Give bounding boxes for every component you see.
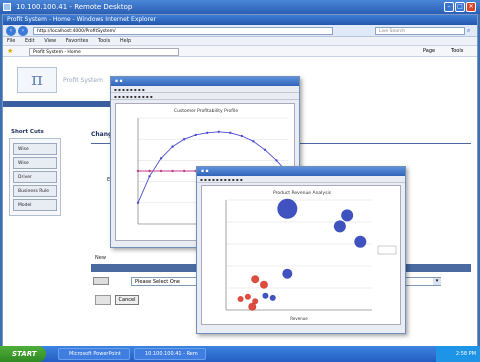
shortcut-wise[interactable]: Wise [13, 157, 57, 169]
favorite-tab[interactable]: Profit System - Home [29, 48, 179, 56]
remote-desktop-titlebar: 10.100.100.41 - Remote Desktop [0, 0, 480, 14]
maximize-button[interactable]: □ [455, 2, 465, 12]
data-point [206, 131, 209, 135]
bubble [262, 292, 269, 299]
app-navbar [3, 101, 123, 107]
shortcut-business-rule[interactable]: Business Rule [13, 185, 57, 197]
save-button[interactable] [95, 295, 111, 305]
data-point [159, 169, 163, 173]
bubble [269, 294, 276, 301]
menu-help[interactable]: Help [120, 38, 131, 44]
data-point [136, 201, 140, 204]
search-icon[interactable]: ⌕ [467, 27, 470, 35]
new-label: New [95, 255, 106, 261]
chart-window-2: ▪ ▪ ▪ ▪ ▪ ▪ ▪ ▪ ▪ ▪ ▪ ▪ ▪ Product Revenu… [196, 166, 406, 334]
legend [377, 245, 397, 255]
chart-window-1-titlebar: ▪ ▪ [111, 77, 299, 86]
remote-desktop-icon [3, 3, 11, 11]
bubble [244, 293, 251, 300]
page-menu[interactable]: Page [423, 48, 435, 54]
chart-window-2-titlebar: ▪ ▪ [197, 167, 405, 176]
data-point [171, 169, 174, 173]
data-point [229, 131, 232, 135]
x-axis-label: Revenue [290, 316, 308, 321]
menu-edit[interactable]: Edit [25, 38, 35, 44]
logo-text: Profit System [63, 77, 103, 84]
bubble [282, 268, 293, 279]
taskbar-item-remote-desktop[interactable]: 10.100.100.41 - Rem [134, 348, 206, 360]
scatter-chart-area: Product Revenue Analysis Revenue [201, 185, 401, 325]
bubble [333, 220, 346, 233]
data-point [136, 169, 140, 173]
back-icon[interactable]: ‹ [6, 26, 16, 36]
menu-view[interactable]: View [44, 38, 56, 44]
shortcut-wise-component[interactable]: Wise Component [13, 143, 57, 163]
menu-file[interactable]: File [7, 38, 15, 44]
chart-title: Product Revenue Analysis [273, 190, 332, 196]
menu-favorites[interactable]: Favorites [66, 38, 89, 44]
minimize-button[interactable]: – [444, 2, 454, 12]
data-point [159, 157, 163, 160]
address-bar-row: ‹ › http://localhost:4000/ProfitSystem/ … [3, 25, 477, 37]
shortcut-model[interactable]: Model [13, 199, 57, 211]
taskbar: START Microsoft PowerPoint 10.100.100.41… [0, 346, 480, 362]
data-point [252, 140, 255, 143]
data-point [217, 130, 220, 133]
data-point [194, 133, 197, 137]
bubble [248, 302, 257, 311]
bubble [354, 235, 367, 248]
system-tray: 2:58 PM [436, 346, 480, 362]
favorites-bar: ★ Profit System - Home Page Tools [3, 46, 477, 57]
taskbar-item-powerpoint[interactable]: Microsoft PowerPoint [58, 348, 130, 360]
data-point [148, 175, 151, 178]
shortcuts-title: Short Cuts [11, 129, 44, 135]
search-input[interactable]: Live Search [375, 27, 465, 35]
data-point [182, 169, 186, 173]
bubble [251, 275, 260, 284]
bubble [277, 198, 298, 219]
data-point [182, 138, 186, 141]
shortcut-driver[interactable]: Driver [13, 171, 57, 183]
chart-window-1-toolbar: ▪ ▪ ▪ ▪ ▪ ▪ ▪ ▪ [111, 86, 299, 93]
favorites-star-icon[interactable]: ★ [7, 47, 13, 55]
bubble [237, 296, 244, 302]
remote-desktop-title: 10.100.100.41 - Remote Desktop [16, 3, 133, 11]
start-button[interactable]: START [0, 346, 46, 362]
chart-title: Customer Profitability Profile [174, 108, 238, 114]
row-button[interactable] [93, 277, 109, 285]
menu-bar: File Edit View Favorites Tools Help [3, 37, 477, 46]
close-button[interactable]: ✕ [466, 2, 476, 12]
scatter-chart: Product Revenue Analysis Revenue [225, 190, 397, 321]
chart-window-1-toolbar-2: ▪ ▪ ▪ ▪ ▪ ▪ ▪ ▪ ▪ ▪ [111, 93, 299, 100]
bubble [259, 280, 268, 289]
data-point [263, 148, 267, 151]
data-point [240, 134, 244, 138]
address-input[interactable]: http://localhost:4000/ProfitSystem/ [33, 27, 333, 35]
logo: π [17, 67, 57, 93]
cancel-button[interactable]: Cancel [115, 295, 139, 305]
tools-menu[interactable]: Tools [451, 48, 463, 54]
data-point [275, 159, 278, 162]
browser-titlebar: Profit System - Home - Windows Internet … [3, 15, 477, 25]
browser-title: Profit System - Home - Windows Internet … [7, 16, 157, 23]
menu-tools[interactable]: Tools [98, 38, 110, 44]
clock: 2:58 PM [455, 351, 476, 357]
data-point [171, 145, 174, 148]
data-point [148, 169, 151, 173]
chart-window-2-toolbar: ▪ ▪ ▪ ▪ ▪ ▪ ▪ ▪ ▪ ▪ ▪ [197, 176, 405, 183]
select-arrow-icon[interactable]: ▾ [433, 278, 441, 285]
forward-icon[interactable]: › [18, 26, 28, 36]
bubble [341, 209, 354, 222]
